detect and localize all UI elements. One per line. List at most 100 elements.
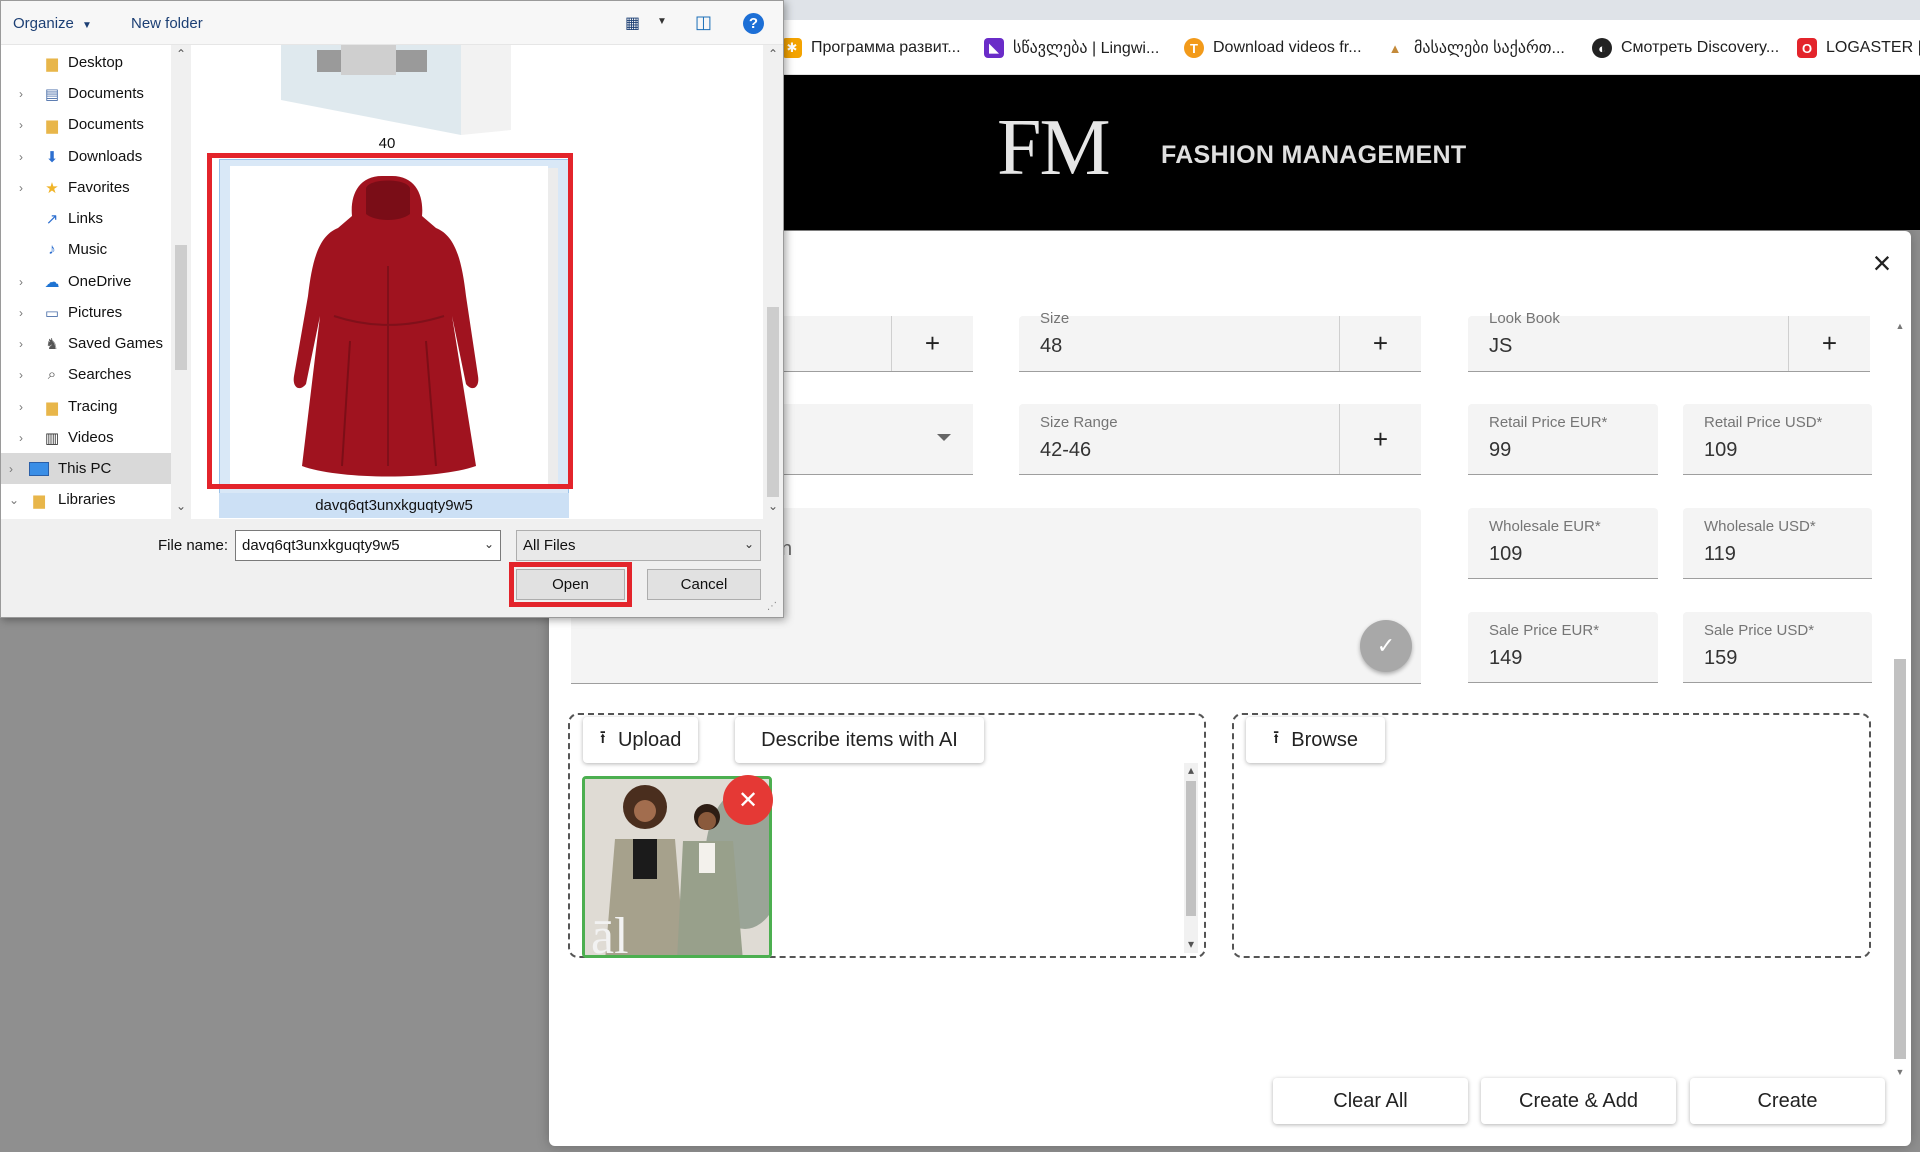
add-size-button[interactable]: + [1339,316,1421,371]
content-scrollbar[interactable]: ⌃ ⌄ [763,45,783,519]
pinwheel-favicon-icon: ✱ [782,38,802,58]
file-thumbnail-40[interactable] [281,45,511,135]
scroll-down-arrow-icon[interactable]: ▼ [1894,1067,1906,1079]
browse-button[interactable]: ⭱ Browse [1246,717,1385,763]
organize-menu[interactable]: Organize ▼ [13,15,92,32]
wholesale-usd-field[interactable]: Wholesale USD* 119 [1683,508,1872,579]
nav-item-onedrive[interactable]: › ☁ OneDrive [1,266,171,297]
change-view-icon[interactable]: ▦ [625,13,640,33]
bookmark-discovery[interactable]: ◐ Смотреть Discovery... [1592,37,1779,59]
nav-item-downloads[interactable]: › ⬇ Downloads [1,141,171,172]
scroll-down-arrow-icon[interactable]: ⌄ [764,499,782,513]
scroll-down-arrow-icon[interactable]: ▾ [1182,937,1200,951]
nav-item-libraries[interactable]: ⌄ ▆ Libraries [1,484,171,515]
nav-item-label: Links [68,210,104,227]
scroll-up-arrow-icon[interactable]: ⌃ [764,47,782,61]
chevron-right-icon: › [19,399,23,414]
thumbnail-caption: āl [591,908,629,958]
navigation-scrollbar-thumb[interactable] [175,245,187,370]
wholesale-eur-label: Wholesale EUR* [1489,518,1601,535]
size-field[interactable]: Size 48 + [1019,310,1421,372]
upload-button[interactable]: ⭱ Upload [583,717,698,763]
chevron-down-icon[interactable]: ⌄ [484,537,494,551]
nav-item-label: OneDrive [68,273,132,290]
lookbook-field[interactable]: Look Book JS + [1468,310,1870,372]
add-size-range-button[interactable]: + [1339,404,1421,474]
nav-item-label: Videos [68,429,114,446]
bookmark-lingwing[interactable]: ◣ სწავლება | Lingwi... [984,37,1159,59]
nav-item-label: Saved Games [68,335,164,352]
new-folder-button[interactable]: New folder [131,15,203,32]
scroll-up-arrow-icon[interactable]: ▴ [1182,763,1200,777]
image-upload-zone[interactable]: ⭱ Upload Describe items with AI āl ✕ ▴ ▾ [568,713,1206,958]
modal-scrollbar-thumb[interactable] [1894,659,1906,1059]
search-icon: ⌕ [47,366,57,383]
nav-item-favorites[interactable]: › ★ Favorites [1,172,171,203]
nav-item-links[interactable]: ↗ Links [1,203,171,234]
create-and-add-button[interactable]: Create & Add [1481,1078,1676,1124]
nav-item-music[interactable]: ♪ Music [1,234,171,265]
folder-icon: ▆ [46,116,58,134]
create-button[interactable]: Create [1690,1078,1885,1124]
check-icon[interactable]: ✓ [1360,620,1412,672]
wholesale-eur-value: 109 [1489,543,1523,565]
nav-item-documents-folder[interactable]: › ▆ Documents [1,109,171,140]
nav-item-desktop[interactable]: ▆ Desktop [1,47,171,78]
add-lookbook-button[interactable]: + [1788,316,1870,371]
wholesale-eur-field[interactable]: Wholesale EUR* 109 [1468,508,1658,579]
file-name-input[interactable]: davq6qt3unxkguqty9w5 ⌄ [235,530,501,561]
nav-item-videos[interactable]: › ▥ Videos [1,422,171,453]
chevron-right-icon: › [19,367,23,382]
remove-image-close-icon[interactable]: ✕ [723,775,773,825]
pictures-icon: ▭ [44,304,60,322]
bookmark-masalebi[interactable]: ▲ მასალები საქართ... [1385,37,1565,59]
clear-all-button[interactable]: Clear All [1273,1078,1468,1124]
bookmark-label: LOGASTER | С [1826,39,1920,56]
nav-item-searches[interactable]: › ⌕ Searches [1,359,171,390]
scroll-down-arrow-icon[interactable]: ⌄ [172,499,190,513]
cancel-button[interactable]: Cancel [647,569,761,600]
film-icon: ▥ [44,429,60,447]
view-options-chevron-icon[interactable]: ▼ [657,16,667,27]
image-zone-scrollbar-thumb[interactable] [1186,781,1196,916]
file-type-select[interactable]: All Files ⌄ [516,530,761,561]
retail-price-usd-field[interactable]: Retail Price USD* 109 [1683,404,1872,475]
selected-file-tile[interactable] [219,159,569,495]
modal-scrollbar[interactable]: ▲ ▼ [1892,319,1908,1077]
content-scrollbar-thumb[interactable] [767,307,779,497]
bookmark-programma[interactable]: ✱ Программа развит... [782,37,961,59]
nav-item-documents[interactable]: › ▤ Documents [1,78,171,109]
size-range-field[interactable]: Size Range 42-46 + [1019,404,1421,475]
wholesale-usd-value: 119 [1704,543,1736,565]
file-name-value: davq6qt3unxkguqty9w5 [242,537,400,554]
nav-item-this-pc[interactable]: › This PC [1,453,171,484]
site-logo[interactable]: FM [997,108,1111,188]
preview-pane-icon[interactable]: ◫ [695,12,712,33]
open-button[interactable]: Open [516,569,625,600]
nav-item-tracing[interactable]: › ▆ Tracing [1,391,171,422]
scroll-up-arrow-icon[interactable]: ⌃ [172,47,190,61]
size-value: 48 [1040,335,1063,357]
nav-item-pictures[interactable]: › ▭ Pictures [1,297,171,328]
describe-items-ai-button[interactable]: Describe items with AI [735,717,984,763]
help-icon[interactable]: ? [743,13,764,34]
image-zone-scrollbar[interactable]: ▴ ▾ [1184,763,1198,953]
nav-item-saved-games[interactable]: › ♞ Saved Games [1,328,171,359]
browse-zone[interactable]: ⭱ Browse [1232,713,1871,958]
plus-icon: + [924,328,941,358]
bookmark-download-videos[interactable]: T Download videos fr... [1184,37,1362,59]
bookmark-logaster[interactable]: O LOGASTER | С [1797,37,1920,59]
resize-grip-icon[interactable]: ⋰ [767,601,777,612]
retail-price-eur-field[interactable]: Retail Price EUR* 99 [1468,404,1658,475]
close-icon[interactable]: × [1869,247,1895,279]
sale-price-usd-field[interactable]: Sale Price USD* 159 [1683,612,1872,683]
nav-item-label: Documents [68,116,144,133]
add-row1-button[interactable]: + [891,316,973,371]
folder-icon: ▆ [46,54,58,72]
scroll-up-arrow-icon[interactable]: ▲ [1894,321,1906,333]
navigation-scrollbar[interactable]: ⌃ ⌄ [172,45,190,519]
lingwing-favicon-icon: ◣ [984,38,1004,58]
dialog-toolbar: Organize ▼ New folder ▦ ▼ ◫ ? [1,1,783,45]
sale-price-eur-field[interactable]: Sale Price EUR* 149 [1468,612,1658,683]
red-coat-image [293,176,479,477]
